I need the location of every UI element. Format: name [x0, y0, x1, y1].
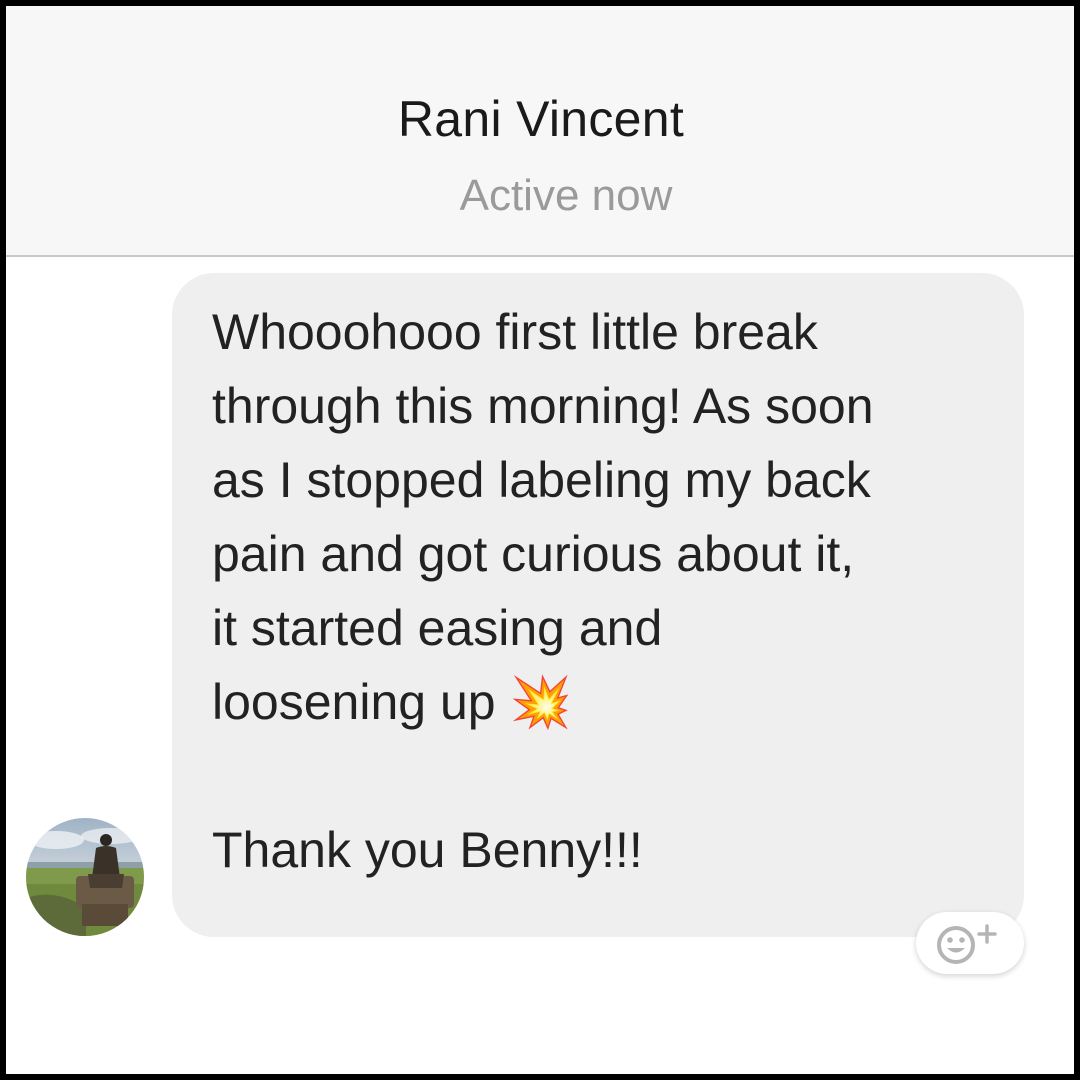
message-bubble[interactable]: Whooohooo first little break through thi… [172, 273, 1024, 937]
contact-name[interactable]: Rani Vincent [6, 90, 1074, 148]
messenger-screen: Rani Vincent Active now Whooohooo first … [6, 6, 1074, 1074]
avatar-photo-icon [26, 818, 144, 936]
conversation-header: Rani Vincent Active now [6, 6, 1074, 257]
active-status: Active now [459, 171, 673, 220]
add-reaction-button[interactable] [916, 912, 1024, 974]
message-text: Whooohooo first little break through thi… [212, 304, 874, 878]
smiley-plus-icon [937, 924, 997, 964]
contact-avatar[interactable] [26, 818, 144, 936]
